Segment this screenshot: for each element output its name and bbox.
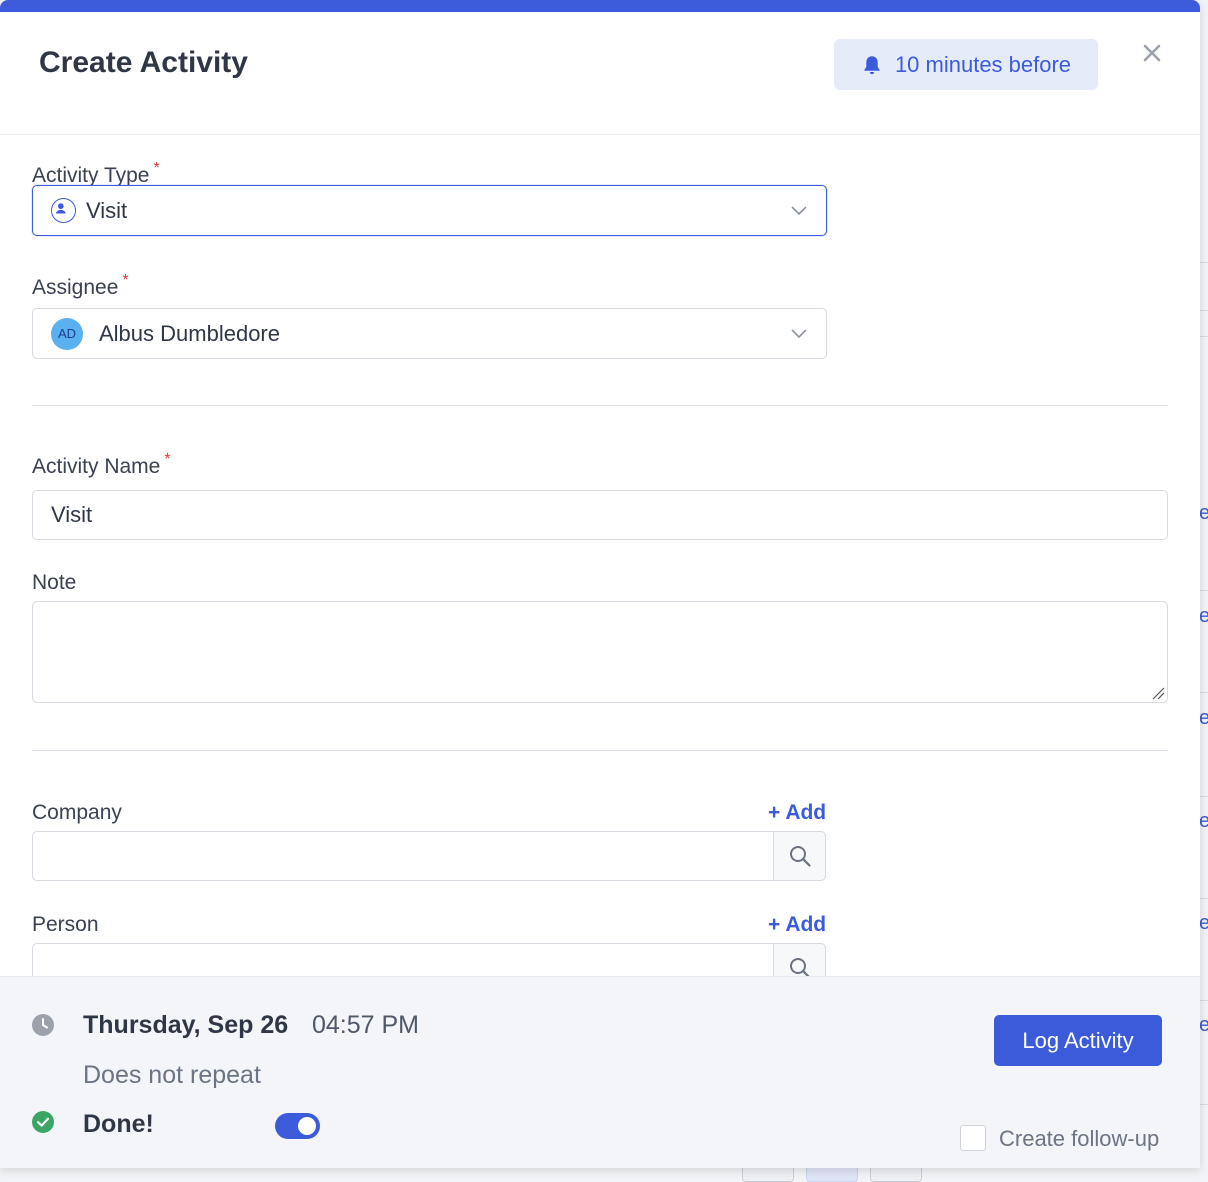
background-divider	[1200, 310, 1208, 311]
background-pager-button	[742, 1168, 794, 1182]
section-divider	[32, 405, 1168, 406]
background-divider	[1200, 262, 1208, 263]
chevron-down-icon	[791, 329, 807, 339]
background-pager-button	[870, 1168, 922, 1182]
activity-type-select[interactable]: Visit	[32, 185, 827, 236]
activity-name-input[interactable]: Visit	[32, 490, 1168, 540]
reminder-button[interactable]: 10 minutes before	[834, 39, 1098, 90]
modal-footer: Thursday, Sep 26 04:57 PM Does not repea…	[0, 976, 1200, 1168]
modal-title: Create Activity	[39, 46, 248, 79]
background-divider	[1200, 898, 1208, 899]
background-divider	[1200, 1000, 1208, 1001]
background-link-fragment: e	[1199, 707, 1208, 729]
activity-date[interactable]: Thursday, Sep 26	[83, 1011, 288, 1040]
background-divider	[1200, 796, 1208, 797]
reminder-label: 10 minutes before	[894, 51, 1072, 77]
create-activity-modal: Create Activity 10 minutes before Activi…	[0, 0, 1200, 1168]
background-link-fragment: e	[1199, 1014, 1208, 1036]
person-circle-icon	[51, 198, 76, 223]
background-link-fragment: e	[1199, 605, 1208, 627]
background-divider	[1200, 1104, 1208, 1105]
search-icon	[789, 846, 811, 867]
required-mark: *	[164, 451, 171, 468]
note-textarea[interactable]	[32, 601, 1168, 703]
done-label: Done!	[83, 1110, 154, 1138]
assignee-value: Albus Dumbledore	[99, 320, 280, 346]
company-search-input[interactable]	[32, 831, 826, 881]
note-label: Note	[32, 571, 77, 594]
background-link-fragment: e	[1199, 810, 1208, 832]
clock-icon	[32, 1014, 54, 1036]
section-divider	[32, 750, 1168, 751]
create-followup-checkbox[interactable]	[960, 1125, 986, 1151]
close-icon[interactable]	[1139, 40, 1165, 66]
create-followup-label[interactable]: Create follow-up	[999, 1126, 1159, 1152]
background-pager-button	[806, 1168, 858, 1182]
log-activity-button[interactable]: Log Activity	[994, 1015, 1162, 1066]
background-divider	[1200, 590, 1208, 591]
add-company-link[interactable]: + Add	[768, 801, 826, 825]
required-mark: *	[122, 272, 129, 289]
add-person-link[interactable]: + Add	[768, 913, 826, 937]
assignee-label: Assignee *	[32, 272, 129, 299]
avatar: AD	[51, 317, 83, 350]
background-divider	[1200, 692, 1208, 693]
resize-handle-icon[interactable]	[1151, 686, 1165, 700]
assignee-select[interactable]: AD Albus Dumbledore	[32, 308, 827, 359]
activity-name-label: Activity Name *	[32, 451, 171, 478]
bell-icon	[864, 55, 880, 74]
required-mark: *	[153, 160, 160, 177]
toggle-knob	[298, 1117, 316, 1135]
background-divider	[1200, 336, 1208, 337]
check-circle-icon	[32, 1111, 54, 1133]
repeat-selector[interactable]: Does not repeat	[83, 1061, 261, 1090]
activity-type-value: Visit	[86, 197, 128, 223]
background-link-fragment: e	[1199, 912, 1208, 934]
person-label: Person	[32, 913, 99, 936]
background-link-fragment: e	[1199, 502, 1208, 524]
modal-body: Activity Type * Visit Assignee * AD Albus …	[0, 135, 1200, 993]
company-label: Company	[32, 801, 122, 824]
activity-time[interactable]: 04:57 PM	[312, 1011, 419, 1040]
modal-header: Create Activity 10 minutes before	[0, 12, 1200, 135]
done-toggle[interactable]	[275, 1113, 320, 1139]
company-search-button[interactable]	[773, 831, 826, 881]
chevron-down-icon	[791, 206, 807, 216]
